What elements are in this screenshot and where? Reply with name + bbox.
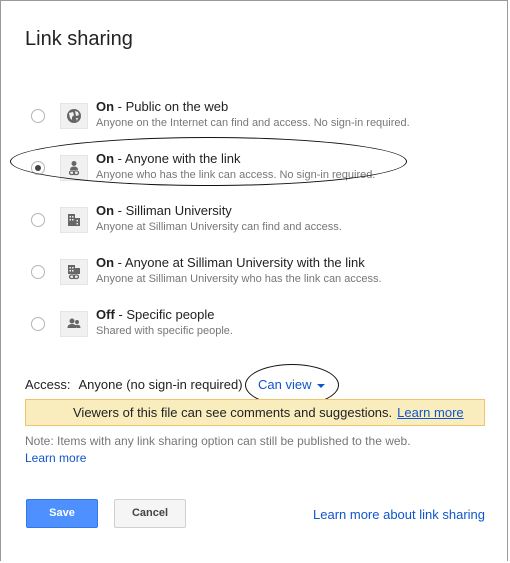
radio-button[interactable] [31,213,45,227]
cancel-button[interactable]: Cancel [114,499,186,528]
option-title: On - Anyone at Silliman University with … [96,255,365,270]
radio-button[interactable] [31,317,45,331]
publish-note: Note: Items with any link sharing option… [25,434,411,448]
option-title: On - Silliman University [96,203,232,218]
notice-learn-more-link[interactable]: Learn more [397,405,463,420]
option-description: Anyone at Silliman University who has th… [96,273,382,285]
note-learn-more-link[interactable]: Learn more [25,451,86,465]
radio-button[interactable] [31,109,45,123]
option-title: On - Anyone with the link [96,151,241,166]
option-description: Anyone at Silliman University can find a… [96,221,342,233]
access-value: Anyone (no sign-in required) [78,377,243,392]
sharing-option-public[interactable]: On - Public on the web Anyone on the Int… [27,99,467,143]
person-link-icon [60,155,88,181]
notice-text: Viewers of this file can see comments an… [73,405,393,420]
globe-icon [60,103,88,129]
option-title: On - Public on the web [96,99,229,114]
people-icon [60,311,88,337]
access-summary: Access: Anyone (no sign-in required) [25,377,243,392]
sharing-option-organization-with-link[interactable]: On - Anyone at Silliman University with … [27,255,467,299]
option-description: Anyone who has the link can access. No s… [96,169,376,181]
radio-button[interactable] [31,265,45,279]
learn-more-link-sharing-link[interactable]: Learn more about link sharing [313,507,485,522]
access-label: Access: [25,377,71,392]
building-icon [60,207,88,233]
permission-dropdown[interactable]: Can view [258,377,326,392]
sharing-option-organization[interactable]: On - Silliman University Anyone at Silli… [27,203,467,247]
sharing-option-anyone-with-link[interactable]: On - Anyone with the link Anyone who has… [27,151,467,195]
save-button[interactable]: Save [26,499,98,528]
option-title: Off - Specific people [96,307,215,322]
building-link-icon [60,259,88,285]
dialog-title: Link sharing [25,28,133,50]
sharing-option-specific-people[interactable]: Off - Specific people Shared with specif… [27,307,467,351]
caret-down-icon [317,383,326,388]
option-description: Shared with specific people. [96,325,233,337]
radio-button-selected[interactable] [31,161,45,175]
comments-notice: Viewers of this file can see comments an… [25,399,485,426]
option-description: Anyone on the Internet can find and acce… [96,117,410,129]
permission-dropdown-label: Can view [258,377,312,392]
